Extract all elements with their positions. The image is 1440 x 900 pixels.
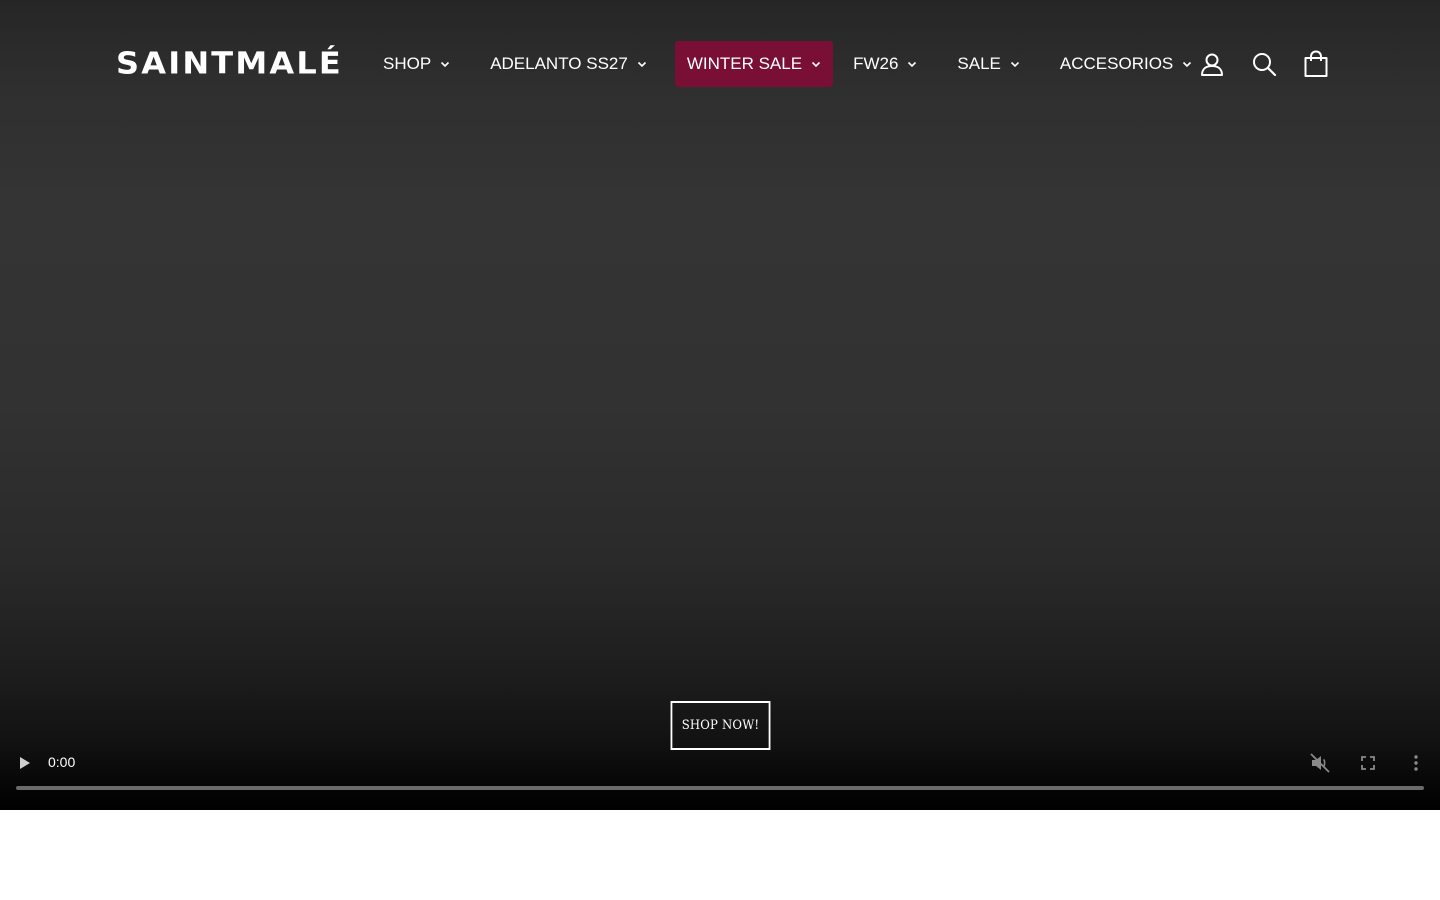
nav-item-label: SALE bbox=[957, 54, 1001, 73]
header-icons bbox=[1194, 48, 1350, 80]
nav-item-accesorios[interactable]: ACCESORIOS bbox=[1048, 41, 1204, 87]
chevron-down-icon bbox=[907, 59, 917, 69]
video-time: 0:00 bbox=[48, 754, 76, 770]
shop-now-button[interactable]: SHOP NOW! bbox=[670, 701, 771, 750]
chevron-down-icon bbox=[637, 59, 647, 69]
nav-item-label: ACCESORIOS bbox=[1059, 54, 1174, 73]
more-vertical-icon[interactable] bbox=[1404, 751, 1428, 775]
nav-item-adelanto-ss27[interactable]: ADELANTO SS27 bbox=[478, 41, 659, 87]
hero-video[interactable]: SAINTMALÉ SHOP ADELANTO SS27 WINTER SALE… bbox=[0, 0, 1440, 810]
site-header: SAINTMALÉ SHOP ADELANTO SS27 WINTER SALE… bbox=[0, 0, 1440, 128]
nav-item-sale[interactable]: SALE bbox=[945, 41, 1031, 87]
chevron-down-icon bbox=[811, 59, 821, 69]
account-icon[interactable] bbox=[1194, 48, 1230, 80]
muted-icon[interactable] bbox=[1308, 751, 1332, 775]
play-icon[interactable] bbox=[14, 752, 36, 774]
nav-item-label: SHOP bbox=[383, 54, 432, 73]
chevron-down-icon bbox=[1182, 59, 1192, 69]
fullscreen-icon[interactable] bbox=[1356, 751, 1380, 775]
video-controls: 0:00 bbox=[0, 744, 1440, 810]
nav-item-fw26[interactable]: FW26 bbox=[841, 41, 929, 87]
chevron-down-icon bbox=[440, 59, 450, 69]
nav-item-label: ADELANTO SS27 bbox=[490, 54, 628, 73]
nav-item-label: WINTER SALE bbox=[686, 54, 803, 73]
brand-logo[interactable]: SAINTMALÉ bbox=[116, 44, 343, 82]
main-nav: SHOP ADELANTO SS27 WINTER SALE FW26 SALE… bbox=[371, 41, 1220, 87]
nav-item-shop[interactable]: SHOP bbox=[371, 41, 462, 87]
nav-item-label: FW26 bbox=[853, 54, 899, 73]
search-icon[interactable] bbox=[1246, 48, 1282, 80]
video-progress-bar[interactable] bbox=[16, 786, 1424, 790]
cart-icon[interactable] bbox=[1298, 48, 1334, 80]
chevron-down-icon bbox=[1010, 59, 1020, 69]
nav-item-winter-sale[interactable]: WINTER SALE bbox=[674, 41, 834, 87]
